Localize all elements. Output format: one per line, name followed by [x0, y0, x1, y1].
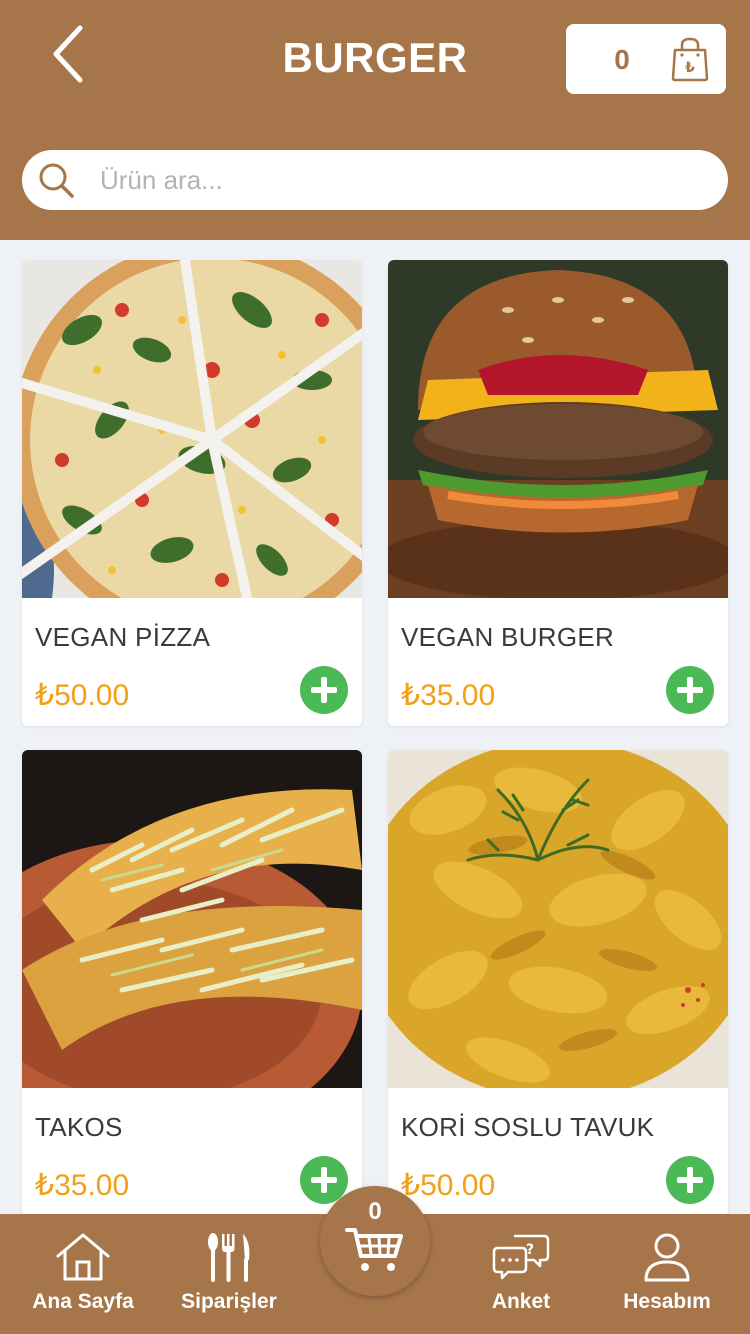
product-name: VEGAN PİZZA: [35, 622, 211, 652]
app-header: BURGER 0 ₺: [0, 0, 750, 240]
cutlery-icon: [208, 1233, 250, 1282]
cart-button[interactable]: 0 ₺: [566, 24, 726, 94]
product-name: TAKOS: [35, 1112, 123, 1142]
shopping-bag-icon: ₺: [671, 37, 709, 82]
product-image-tacos: [22, 750, 362, 1088]
cart-count: 0: [614, 44, 630, 75]
nav-label: Hesabım: [623, 1290, 711, 1313]
search-icon: [39, 163, 74, 198]
product-image-burger: [388, 260, 728, 598]
nav-item-orders[interactable]: Siparişler: [156, 1214, 302, 1334]
product-price: ₺35.00: [401, 679, 496, 712]
chevron-left-icon: [53, 25, 83, 83]
cart-fab-button[interactable]: 0: [320, 1186, 430, 1296]
back-button[interactable]: [40, 22, 96, 86]
add-to-cart-button[interactable]: [300, 666, 348, 714]
product-card[interactable]: VEGAN PİZZA ₺50.00: [22, 260, 362, 726]
product-price: ₺50.00: [35, 679, 130, 712]
svg-text:₺: ₺: [685, 60, 695, 76]
home-icon: [56, 1233, 110, 1281]
chat-question-icon: ?: [492, 1234, 550, 1280]
search-input[interactable]: [100, 150, 700, 210]
nav-label: Siparişler: [181, 1290, 277, 1313]
shopping-cart-icon: [345, 1228, 403, 1271]
add-to-cart-button[interactable]: [666, 1156, 714, 1204]
product-card[interactable]: KORİ SOSLU TAVUK ₺50.00: [388, 750, 728, 1216]
cart-fab-count: 0: [368, 1198, 382, 1225]
product-image-pizza: [22, 260, 362, 598]
product-image-curry-chicken: [388, 750, 728, 1088]
product-card[interactable]: TAKOS ₺35.00: [22, 750, 362, 1216]
nav-label: Anket: [491, 1290, 551, 1313]
nav-item-survey[interactable]: ? Anket: [448, 1214, 594, 1334]
search-bar: [22, 150, 728, 210]
nav-label: Ana Sayfa: [32, 1290, 134, 1313]
product-name: VEGAN BURGER: [401, 622, 615, 652]
nav-item-home[interactable]: Ana Sayfa: [10, 1214, 156, 1334]
add-to-cart-button[interactable]: [666, 666, 714, 714]
product-card[interactable]: VEGAN BURGER ₺35.00: [388, 260, 728, 726]
user-icon: [644, 1233, 690, 1282]
nav-item-account[interactable]: Hesabım: [594, 1214, 740, 1334]
product-name: KORİ SOSLU TAVUK: [401, 1112, 655, 1142]
product-price: ₺35.00: [35, 1169, 130, 1202]
